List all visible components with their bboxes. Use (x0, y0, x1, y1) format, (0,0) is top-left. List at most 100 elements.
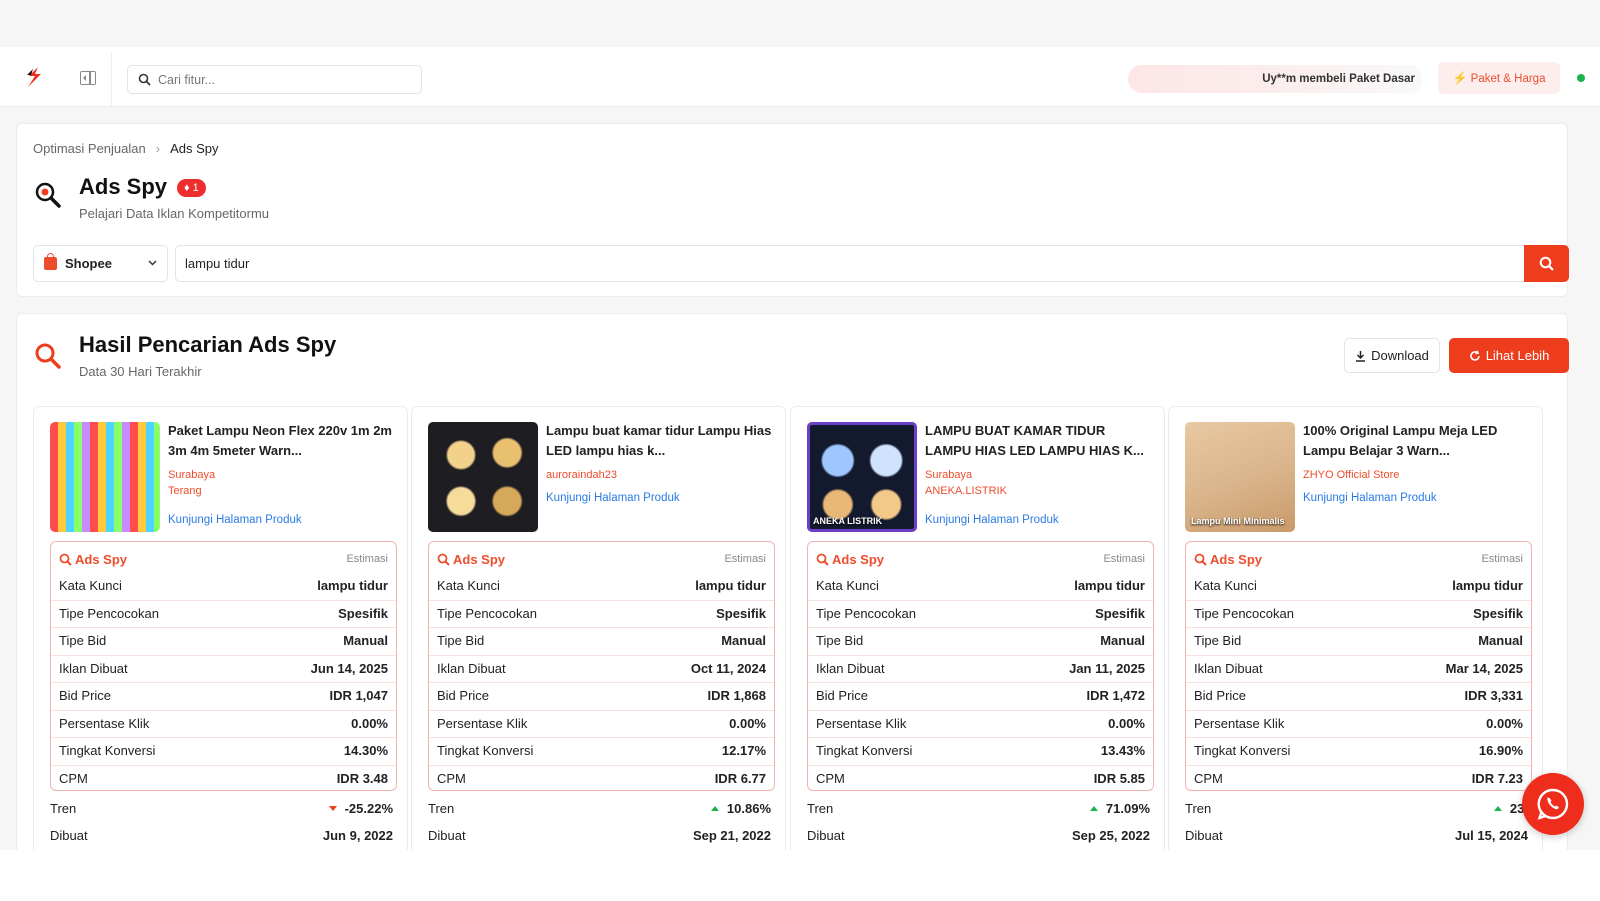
shop-name: Surabaya (168, 469, 216, 481)
stat-label: Kata Kunci (1194, 578, 1257, 593)
stat-row: CPM IDR 5.85 (808, 764, 1153, 793)
stat-value: Jun 14, 2025 (310, 660, 388, 676)
trend-up-icon (1493, 806, 1502, 811)
product-thumbnail[interactable]: Lampu Mini Minimalis (1185, 422, 1295, 532)
stat-value: Spesifik (1095, 605, 1145, 621)
stat-label: Tipe Bid (1194, 633, 1242, 648)
product-name[interactable]: LAMPU BUAT KAMAR TIDUR LAMPU HIAS LED LA… (925, 421, 1153, 461)
estimate-label: Estimasi (724, 553, 766, 565)
purchase-notification: Uy**m membeli Paket Dasar (1128, 65, 1423, 93)
stat-row: Iklan Dibuat Jan 11, 2025 (808, 654, 1153, 683)
stat-label: Kata Kunci (816, 578, 879, 593)
trend-label: Tren (50, 801, 77, 816)
stat-value: 14.30% (343, 743, 388, 758)
shop-name: Surabaya (925, 469, 973, 481)
stat-row: Bid Price IDR 1,047 (51, 682, 396, 710)
product-thumbnail[interactable] (428, 422, 538, 532)
search-icon (35, 343, 61, 369)
stat-value: Jan 11, 2025 (1069, 660, 1145, 676)
product-thumbnail[interactable]: ANEKA LISTRIK (807, 422, 917, 532)
stat-row: Tingkat Konversi 16.90% (1186, 737, 1531, 765)
stat-label: Bid Price (816, 688, 869, 703)
online-status-dot (1577, 74, 1585, 82)
shop-subname: ANEKA.LISTRIK (925, 485, 1007, 497)
search-icon (816, 553, 829, 566)
stat-value: 0.00% (1486, 715, 1523, 731)
ads-spy-label: Ads Spy (1194, 552, 1262, 567)
stat-label: Iklan Dibuat (1194, 660, 1263, 676)
estimate-label: Estimasi (1481, 553, 1523, 565)
keyword-search-button[interactable] (1524, 245, 1569, 282)
stat-label: Iklan Dibuat (437, 660, 506, 676)
ads-stats-box: Ads Spy Estimasi Kata Kunci lampu tidur Tipe… (807, 541, 1154, 791)
stat-row: Tipe Bid Manual (51, 627, 396, 655)
stat-label: Tipe Pencocokan (59, 605, 159, 621)
stat-value: lampu tidur (695, 578, 766, 593)
stat-label: Bid Price (59, 688, 112, 703)
breadcrumb-current: Ads Spy (170, 141, 219, 156)
stat-value: IDR 1,047 (329, 688, 388, 703)
trend-label: Tren (428, 801, 455, 816)
whatsapp-icon (1537, 788, 1569, 820)
product-name[interactable]: 100% Original Lampu Meja LED Lampu Belaj… (1303, 421, 1531, 461)
stat-value: Manual (1100, 633, 1145, 648)
page-subtitle: Pelajari Data Iklan Kompetitormu (79, 206, 270, 221)
stat-row: Kata Kunci lampu tidur (59, 572, 388, 600)
app-viewport: Uy**m membeli Paket Dasar ⚡ Paket & Harg… (0, 0, 1600, 850)
visit-product-link[interactable]: Kunjungi Halaman Produk (168, 514, 302, 526)
visit-product-link[interactable]: Kunjungi Halaman Produk (925, 514, 1059, 526)
created-label: Dibuat (807, 828, 845, 843)
breadcrumb-parent[interactable]: Optimasi Penjualan (33, 141, 146, 156)
estimate-label: Estimasi (346, 553, 388, 565)
stat-label: Iklan Dibuat (59, 660, 128, 676)
page-title: Ads Spy (79, 174, 168, 199)
stat-row: Tipe Bid Manual (429, 627, 774, 655)
ads-spy-label: Ads Spy (59, 552, 127, 567)
pricing-button[interactable]: ⚡ Paket & Harga (1438, 62, 1560, 94)
stat-value: IDR 5.85 (1093, 770, 1145, 786)
estimate-label: Estimasi (1103, 553, 1145, 565)
top-navbar: Uy**m membeli Paket Dasar ⚡ Paket & Harg… (0, 47, 1600, 107)
stat-label: Bid Price (437, 688, 490, 703)
stat-value: 0.00% (729, 715, 766, 731)
trend-value: 10.86% (710, 801, 771, 816)
stat-value: 0.00% (1108, 715, 1145, 731)
trend-label: Tren (1185, 801, 1212, 816)
ads-stats-box: Ads Spy Estimasi Kata Kunci lampu tidur Tipe… (428, 541, 775, 791)
stat-label: Kata Kunci (59, 578, 122, 593)
stat-label: Tipe Pencocokan (816, 605, 916, 621)
whatsapp-button[interactable] (1522, 773, 1584, 835)
keyword-input[interactable] (175, 245, 1542, 282)
trend-value: -25.22% (328, 801, 393, 816)
pricing-button-label: Paket & Harga (1470, 73, 1546, 85)
product-name[interactable]: Lampu buat kamar tidur Lampu Hias LED la… (546, 421, 774, 461)
download-label: Download (1371, 348, 1429, 363)
app-logo[interactable] (24, 65, 46, 89)
see-more-label: Lihat Lebih (1485, 348, 1550, 363)
visit-product-link[interactable]: Kunjungi Halaman Produk (546, 492, 680, 504)
platform-select[interactable]: Shopee (33, 245, 168, 282)
ads-stats-box: Ads Spy Estimasi Kata Kunci lampu tidur Tipe… (1185, 541, 1532, 791)
see-more-button[interactable]: Lihat Lebih (1449, 338, 1569, 373)
stat-value: Manual (721, 633, 766, 648)
stat-value: 13.43% (1100, 743, 1145, 758)
product-thumbnail[interactable] (50, 422, 160, 532)
feature-search-input[interactable] (158, 70, 413, 90)
sidebar-toggle-icon[interactable] (80, 71, 96, 85)
product-name[interactable]: Paket Lampu Neon Flex 220v 1m 2m 3m 4m 5… (168, 421, 396, 461)
feature-search[interactable] (127, 65, 422, 94)
stat-row: Tipe Pencocokan Spesifik (808, 599, 1153, 628)
download-button[interactable]: Download (1344, 338, 1440, 373)
stat-row: Bid Price IDR 1,868 (429, 682, 774, 710)
trend-up-icon (710, 806, 719, 811)
visit-product-link[interactable]: Kunjungi Halaman Produk (1303, 492, 1437, 504)
stat-label: Tipe Bid (816, 633, 864, 648)
stat-row: Kata Kunci lampu tidur (1194, 572, 1523, 600)
results-title: Hasil Pencarian Ads Spy (79, 332, 337, 357)
stat-row: Persentase Klik 0.00% (808, 709, 1153, 738)
platform-select-value: Shopee (65, 256, 112, 271)
stat-value: IDR 3.48 (336, 770, 388, 786)
stat-row: Iklan Dibuat Mar 14, 2025 (1186, 654, 1531, 683)
stat-label: Tipe Bid (59, 633, 107, 648)
stat-value: Spesifik (1473, 605, 1523, 621)
